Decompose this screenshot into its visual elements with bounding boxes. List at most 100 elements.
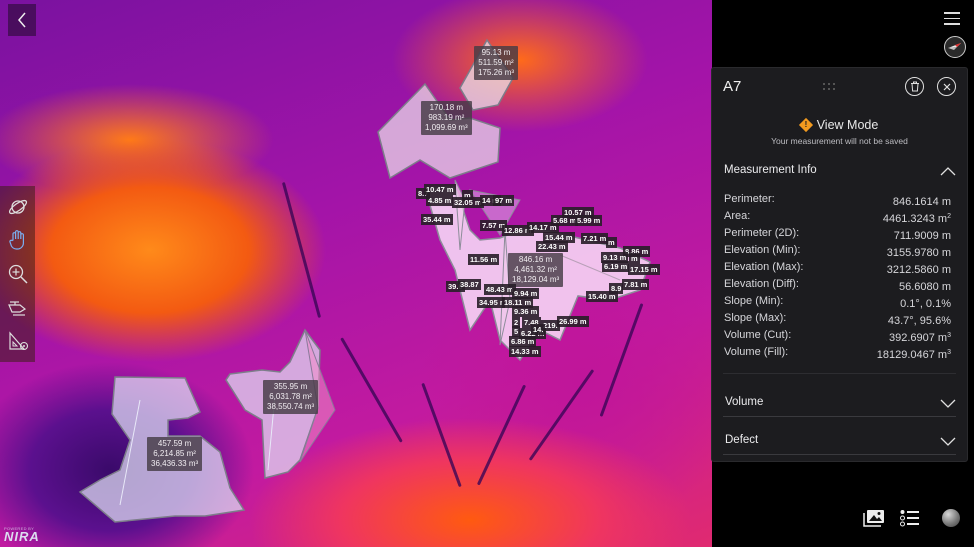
row-label: Slope (Min): [724, 295, 784, 307]
volume-value: 175.26 m³ [478, 68, 515, 77]
row-label: Elevation (Max): [724, 261, 804, 273]
helicopter-icon [7, 300, 26, 316]
segment-label: 9.36 m [512, 306, 540, 317]
info-row-perimeter-2d: Perimeter (2D): 711.9009 m [724, 226, 951, 243]
perimeter-value: 170.18 m [429, 103, 464, 112]
polygon-label-a7[interactable]: 846.16 m 4,461.32 m² 18,129.04 m³ [508, 253, 564, 287]
measure-tool-button[interactable] [5, 328, 31, 354]
row-label: Volume (Fill): [724, 346, 789, 358]
segment-label: 7.81 m [622, 279, 650, 290]
segment-label: 22.43 m [536, 241, 568, 252]
volume-value: 18,129.04 m³ [512, 275, 560, 284]
row-label: Area: [724, 210, 751, 222]
segment-label: 38.87 [458, 279, 481, 290]
brand-name: NIRA [4, 529, 40, 544]
measurement-polygons [78, 38, 651, 523]
segment-label: 5.99 m [575, 215, 603, 226]
area-value: 511.59 m² [478, 58, 514, 67]
segment-label: 32.05 m [452, 197, 484, 208]
segment-label: 17.15 m [628, 264, 660, 275]
info-row-elevation-diff: Elevation (Diff): 56.6080 m [724, 277, 951, 294]
defect-section-header[interactable]: Defect [723, 431, 956, 455]
info-row-elevation-max: Elevation (Max): 3212.5860 m [724, 260, 951, 277]
row-label: Volume (Cut): [724, 329, 792, 341]
drone-tool-button[interactable] [5, 295, 31, 321]
info-row-slope-max: Slope (Max): 43.7°, 95.6% [724, 311, 951, 328]
segment-label: 6.19 m [602, 261, 630, 272]
area-value: 983.19 m² [428, 113, 465, 122]
row-label: Slope (Max): [724, 312, 787, 324]
row-value: 392.6907 m3 [888, 332, 951, 344]
zoom-tool-button[interactable] [5, 261, 31, 287]
compass-button[interactable] [944, 36, 966, 58]
segment-label: 4.85 m [426, 195, 454, 206]
left-toolbar [0, 186, 35, 362]
row-value: 0.1°, 0.1% [900, 298, 951, 310]
segment-label: 7.21 m [581, 233, 609, 244]
segment-label: 26.99 m [557, 316, 589, 327]
back-button[interactable] [8, 4, 36, 36]
close-icon [943, 83, 950, 90]
thermal-3d-map[interactable]: 95.13 m 511.59 m² 175.26 m³ 170.18 m 983… [0, 0, 712, 547]
warning-icon: ! [798, 117, 813, 133]
area-value: 6,031.78 m² [269, 392, 312, 401]
pan-tool-button[interactable] [5, 227, 31, 253]
volume-section-header[interactable]: Volume [723, 393, 956, 417]
segment-label: 35.44 m [421, 214, 453, 225]
view-mode-subtitle: Your measurement will not be saved [771, 136, 908, 146]
volume-value: 38,550.74 m³ [267, 402, 315, 411]
measurement-title: A7 [723, 78, 742, 95]
list-icon [900, 510, 919, 527]
polygon-label[interactable]: 355.95 m 6,031.78 m² 38,550.74 m³ [263, 380, 319, 414]
gallery-button[interactable] [862, 508, 886, 528]
segment-label: 97 m [493, 195, 515, 206]
hand-icon [8, 230, 24, 250]
segment-label: 10.47 m [424, 184, 456, 195]
chevron-down-icon [940, 399, 956, 408]
segment-label: 14.33 m [509, 346, 541, 357]
row-label: Elevation (Diff): [724, 278, 799, 290]
chevron-up-icon [940, 167, 956, 176]
powered-by-nira-logo: POWERED BY NIRA [4, 526, 40, 543]
defect-section-label: Defect [725, 434, 759, 446]
segment-label: 14. [531, 324, 546, 335]
chevron-left-icon [18, 12, 26, 28]
row-value: 3212.5860 m [886, 264, 951, 276]
row-value: 4461.3243 m2 [882, 213, 951, 225]
volume-value: 36,436.33 m³ [151, 459, 199, 468]
info-row-slope-min: Slope (Min): 0.1°, 0.1% [724, 294, 951, 311]
measurement-info-table: Perimeter: 846.1614 m Area: 4461.3243 m2 P… [724, 192, 951, 362]
material-sphere-button[interactable] [942, 509, 960, 527]
polygon-label[interactable]: 457.59 m 6,214.85 m² 36,436.33 m³ [147, 437, 203, 471]
segment-label: m [629, 253, 640, 264]
chevron-down-icon [940, 437, 956, 446]
close-button[interactable] [937, 77, 956, 96]
powered-by-text: POWERED BY [4, 526, 35, 531]
info-row-volume-fill: Volume (Fill): 18129.0467 m3 [724, 345, 951, 362]
row-value: 43.7°, 95.6% [887, 315, 951, 327]
segment-label: 48.43 m [484, 284, 516, 295]
row-value: 56.6080 m [899, 281, 951, 293]
polygon-label[interactable]: 95.13 m 511.59 m² 175.26 m³ [474, 46, 519, 80]
info-row-elevation-min: Elevation (Min): 3155.9780 m [724, 243, 951, 260]
compass-icon [948, 43, 961, 50]
segment-label: m [606, 237, 617, 248]
measurement-info-label: Measurement Info [724, 164, 817, 176]
polygon-label[interactable]: 170.18 m 983.19 m² 1,099.69 m³ [421, 101, 472, 135]
area-value: 6,214.85 m² [153, 449, 196, 458]
image-gallery-icon [863, 510, 884, 527]
menu-icon-bar [944, 17, 960, 19]
measurement-info-header[interactable]: Measurement Info [724, 164, 956, 180]
drag-handle[interactable] [823, 83, 837, 91]
row-value: 3155.9780 m [886, 247, 951, 259]
row-value: 711.9009 m [893, 230, 951, 242]
list-button[interactable] [898, 508, 922, 528]
info-row-volume-cut: Volume (Cut): 392.6907 m3 [724, 328, 951, 345]
zoom-in-icon [8, 264, 28, 284]
orbit-tool-button[interactable] [5, 194, 31, 220]
delete-button[interactable] [905, 77, 924, 96]
hamburger-menu-button[interactable] [944, 12, 960, 26]
bottom-toolbar [862, 508, 960, 528]
menu-icon-bar [944, 23, 960, 25]
view-mode-label: View Mode [816, 118, 879, 132]
